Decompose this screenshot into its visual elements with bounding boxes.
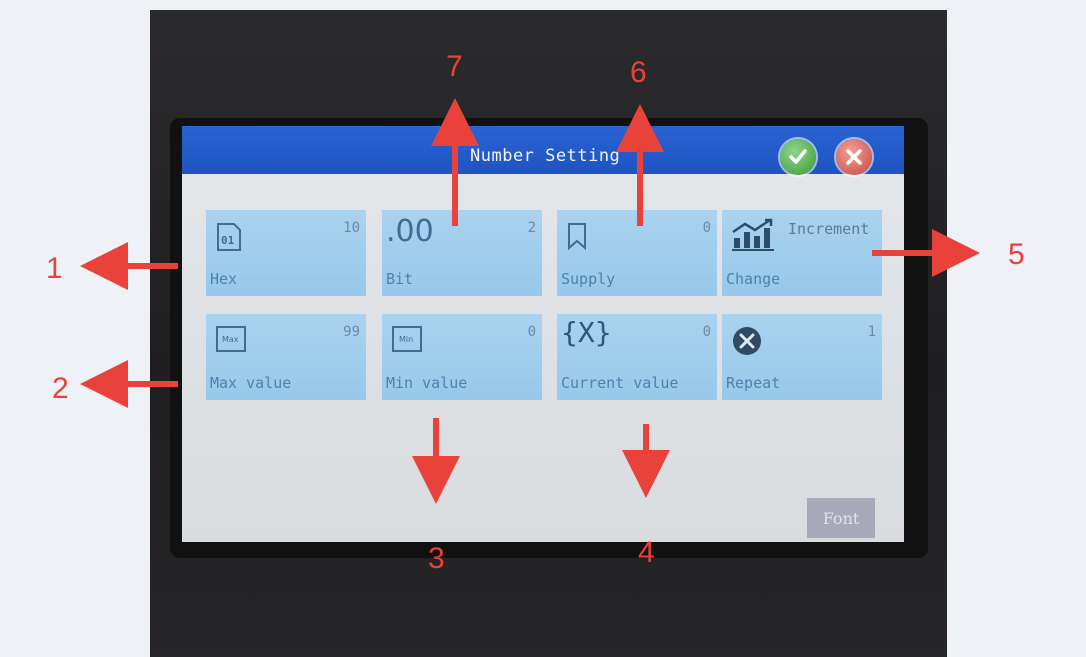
callout-3: 3 — [428, 542, 445, 575]
callout-arrows — [80, 98, 980, 504]
callout-7: 7 — [446, 50, 463, 83]
callout-6: 6 — [630, 56, 647, 89]
callout-1: 1 — [46, 252, 63, 285]
callout-4: 4 — [638, 536, 655, 569]
callout-2: 2 — [52, 372, 69, 405]
callout-5: 5 — [1008, 238, 1025, 271]
